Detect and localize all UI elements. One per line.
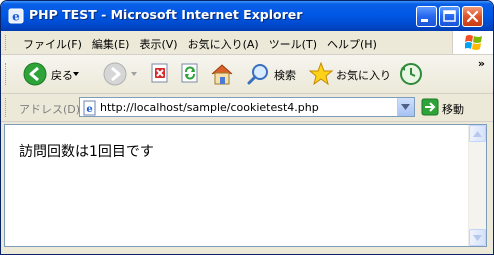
address-url: http://localhost/sample/cookietest4.php (100, 101, 319, 114)
menu-item-file[interactable]: ファイル(F) (19, 36, 88, 52)
close-button[interactable] (462, 6, 483, 27)
go-label: 移動 (442, 103, 464, 116)
scroll-up-button[interactable] (469, 125, 486, 142)
forward-button[interactable] (103, 62, 139, 86)
address-label: アドレス(D) (19, 103, 81, 116)
favorites-button[interactable]: お気に入り (309, 62, 391, 86)
ie-icon: e (8, 8, 24, 24)
toolbar-overflow-chevron[interactable]: » (478, 57, 485, 70)
stop-icon (151, 63, 168, 83)
maximize-button[interactable] (439, 6, 460, 27)
chevron-down-icon[interactable] (131, 72, 137, 76)
page-content: 訪問回数は1回目です (4, 124, 487, 247)
vertical-scrollbar[interactable] (468, 125, 486, 246)
address-input[interactable]: e http://localhost/sample/cookietest4.ph… (79, 97, 415, 117)
svg-text:e: e (12, 10, 20, 24)
minimize-button[interactable] (416, 6, 437, 27)
search-label: 検索 (274, 69, 296, 82)
forward-arrow-icon (103, 62, 127, 86)
go-arrow-icon (421, 98, 439, 116)
history-button[interactable] (399, 62, 425, 86)
refresh-icon (181, 63, 198, 83)
window-title: PHP TEST - Microsoft Internet Explorer (29, 7, 303, 22)
windows-logo (452, 31, 493, 54)
back-arrow-icon (23, 62, 47, 86)
go-button[interactable]: 移動 (421, 98, 491, 118)
chevron-down-icon (473, 235, 482, 241)
standard-toolbar: 戻る 検索 お気に入り » (1, 55, 493, 94)
title-bar[interactable]: e PHP TEST - Microsoft Internet Explorer (1, 1, 493, 31)
back-button[interactable]: 戻る (23, 62, 83, 86)
chevron-down-icon[interactable] (73, 72, 79, 76)
refresh-button[interactable] (179, 62, 201, 86)
star-icon (309, 62, 333, 86)
chevron-up-icon (473, 131, 482, 137)
back-label: 戻る (51, 69, 73, 82)
menu-bar: ファイル(F) 編集(E) 表示(V) お気に入り(A) ツール(T) ヘルプ(… (1, 31, 493, 55)
scroll-down-button[interactable] (469, 229, 486, 246)
menu-item-favorites[interactable]: お気に入り(A) (184, 36, 265, 52)
menu-grip[interactable] (5, 35, 9, 50)
menu-items: ファイル(F) 編集(E) 表示(V) お気に入り(A) ツール(T) ヘルプ(… (19, 36, 383, 52)
favorites-label: お気に入り (336, 69, 391, 82)
address-bar: アドレス(D) e http://localhost/sample/cookie… (1, 94, 493, 122)
home-button[interactable] (209, 62, 235, 86)
menu-item-view[interactable]: 表示(V) (135, 36, 183, 52)
address-grip[interactable] (5, 98, 9, 117)
menu-item-tools[interactable]: ツール(T) (265, 36, 323, 52)
browser-window: e PHP TEST - Microsoft Internet Explorer… (0, 0, 494, 255)
menu-item-help[interactable]: ヘルプ(H) (323, 36, 383, 52)
home-icon (211, 64, 233, 85)
page-icon: e (83, 100, 96, 116)
toolbar-grip[interactable] (5, 63, 9, 85)
visit-count-text: 訪問回数は1回目です (19, 144, 154, 160)
menu-item-edit[interactable]: 編集(E) (88, 36, 136, 52)
address-dropdown-button[interactable] (397, 98, 414, 116)
svg-text:e: e (86, 104, 92, 115)
stop-button[interactable] (149, 62, 171, 86)
search-button[interactable]: 検索 (247, 62, 303, 86)
chevron-down-icon (401, 104, 410, 110)
search-icon (247, 64, 268, 85)
history-icon (400, 63, 422, 85)
